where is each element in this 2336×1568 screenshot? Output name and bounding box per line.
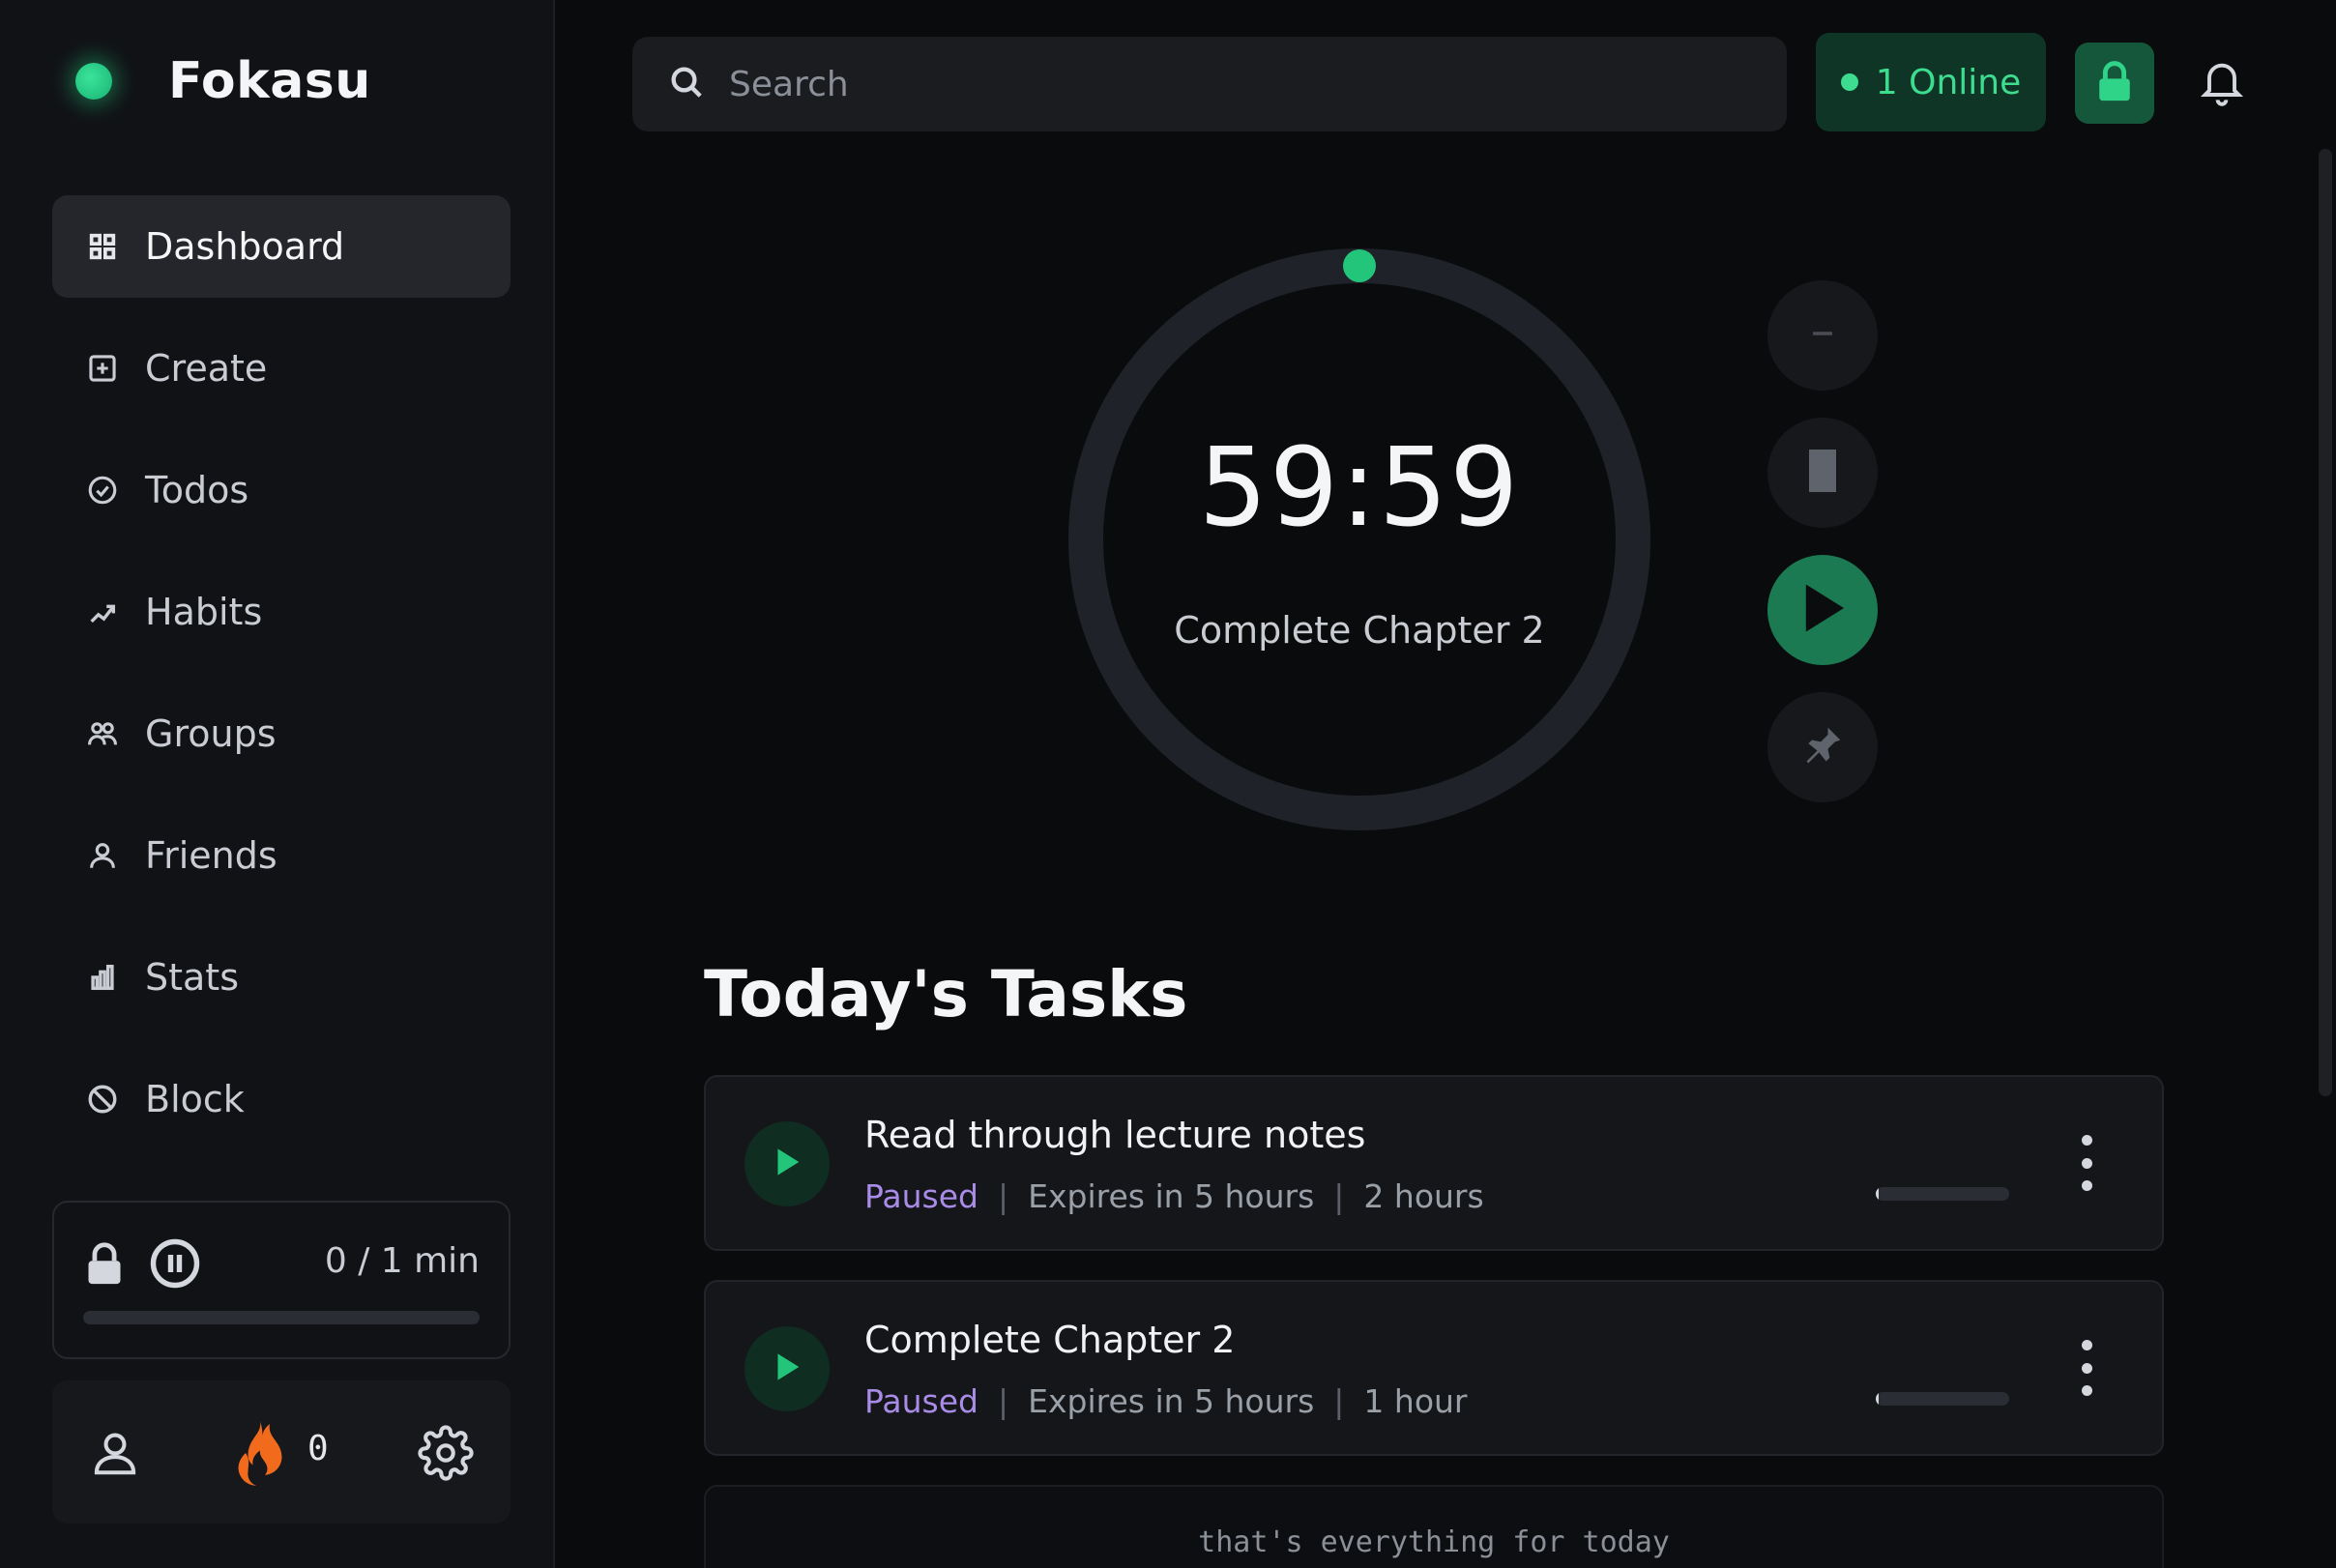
online-status-button[interactable]: 1 Online (1816, 33, 2046, 131)
sidebar-item-dashboard[interactable]: Dashboard (52, 195, 511, 298)
tasks-heading: Today's Tasks (704, 957, 1188, 1031)
separator: | (998, 1382, 1009, 1420)
pin-icon (1801, 724, 1844, 770)
play-icon (774, 1352, 801, 1385)
sidebar-item-habits[interactable]: Habits (52, 561, 511, 663)
more-options-icon[interactable] (2077, 1340, 2096, 1396)
ban-icon (85, 1082, 120, 1117)
lock-icon (2094, 59, 2135, 107)
sidebar-item-label: Stats (145, 956, 240, 999)
focus-progress-bar (83, 1311, 480, 1324)
sidebar-item-label: Friends (145, 834, 277, 877)
minus-button[interactable] (1767, 280, 1878, 391)
separator: | (998, 1177, 1009, 1215)
pin-button[interactable] (1767, 692, 1878, 802)
timer-progress-knob (1343, 249, 1376, 282)
tasks-empty-state: that's everything for today (704, 1485, 2164, 1568)
sidebar-item-label: Create (145, 347, 268, 390)
focus-time: 0 / 1 min (324, 1241, 480, 1281)
task-play-button[interactable] (745, 1326, 830, 1411)
sidebar-item-label: Dashboard (145, 225, 345, 268)
task-expiry: Expires in 5 hours (1028, 1382, 1315, 1420)
task-duration: 2 hours (1363, 1177, 1484, 1215)
plus-square-icon (85, 351, 120, 386)
bell-icon[interactable] (2197, 56, 2247, 112)
separator: | (1333, 1177, 1345, 1215)
task-status: Paused (864, 1382, 978, 1420)
app-root: Fokasu Dashboard Create Todos Habits Gro… (0, 0, 2336, 1568)
sidebar-item-stats[interactable]: Stats (52, 926, 511, 1029)
search-placeholder: Search (729, 64, 849, 104)
brand-logo-dot (75, 63, 112, 100)
minus-icon (1806, 317, 1839, 354)
sidebar: Fokasu Dashboard Create Todos Habits Gro… (0, 0, 555, 1568)
timer-display: 59:59 (1198, 425, 1521, 551)
task-meta: Paused | Expires in 5 hours | 2 hours (864, 1177, 1484, 1215)
stop-icon (1809, 450, 1836, 496)
user-icon (85, 838, 120, 873)
online-label: 1 Online (1875, 62, 2022, 102)
task-play-button[interactable] (745, 1121, 830, 1206)
task-meta: Paused | Expires in 5 hours | 1 hour (864, 1382, 1468, 1420)
trend-icon (85, 595, 120, 629)
stop-button[interactable] (1767, 418, 1878, 528)
task-card[interactable]: Read through lecture notes Paused | Expi… (704, 1075, 2164, 1251)
bar-chart-icon (85, 960, 120, 995)
timer-task-label: Complete Chapter 2 (1174, 609, 1545, 652)
task-progress-bar (1876, 1392, 2009, 1406)
fire-icon (230, 1419, 290, 1491)
users-icon (85, 716, 120, 751)
task-expiry: Expires in 5 hours (1028, 1177, 1315, 1215)
sidebar-item-label: Habits (145, 591, 263, 633)
search-icon (667, 63, 706, 105)
task-status: Paused (864, 1177, 978, 1215)
lock-icon[interactable] (83, 1241, 126, 1290)
sidebar-item-groups[interactable]: Groups (52, 682, 511, 785)
sidebar-item-label: Groups (145, 712, 277, 755)
sidebar-item-create[interactable]: Create (52, 317, 511, 420)
sidebar-item-friends[interactable]: Friends (52, 804, 511, 907)
gear-icon[interactable] (418, 1425, 474, 1485)
task-title: Complete Chapter 2 (864, 1319, 1236, 1361)
scrollbar[interactable] (2319, 149, 2332, 1096)
focus-session-card: 0 / 1 min (52, 1201, 511, 1359)
play-icon (1798, 582, 1847, 638)
profile-icon[interactable] (89, 1427, 141, 1483)
brand-name: Fokasu (168, 52, 371, 110)
search-input[interactable]: Search (632, 37, 1787, 131)
play-button[interactable] (1767, 555, 1878, 665)
streak-count: 0 (307, 1429, 329, 1468)
brand[interactable]: Fokasu (75, 52, 371, 110)
task-progress-fill (1876, 1187, 1879, 1201)
sidebar-item-block[interactable]: Block (52, 1048, 511, 1150)
separator: | (1333, 1382, 1345, 1420)
pause-circle-icon[interactable] (149, 1237, 201, 1293)
task-progress-fill (1876, 1392, 1879, 1406)
sidebar-item-label: Block (145, 1078, 245, 1120)
sidebar-nav: Dashboard Create Todos Habits Groups Fri… (52, 195, 511, 1170)
lock-button[interactable] (2075, 43, 2154, 124)
online-dot (1840, 73, 1858, 91)
sidebar-item-todos[interactable]: Todos (52, 439, 511, 541)
grid-icon (85, 229, 120, 264)
empty-message: that's everything for today (1198, 1525, 1670, 1559)
check-circle-icon (85, 473, 120, 508)
task-duration: 1 hour (1363, 1382, 1468, 1420)
more-options-icon[interactable] (2077, 1135, 2096, 1191)
task-title: Read through lecture notes (864, 1114, 1366, 1156)
play-icon (774, 1147, 801, 1180)
task-card[interactable]: Complete Chapter 2 Paused | Expires in 5… (704, 1280, 2164, 1456)
task-progress-bar (1876, 1187, 2009, 1201)
user-card: 0 (52, 1380, 511, 1524)
sidebar-item-label: Todos (145, 469, 249, 511)
